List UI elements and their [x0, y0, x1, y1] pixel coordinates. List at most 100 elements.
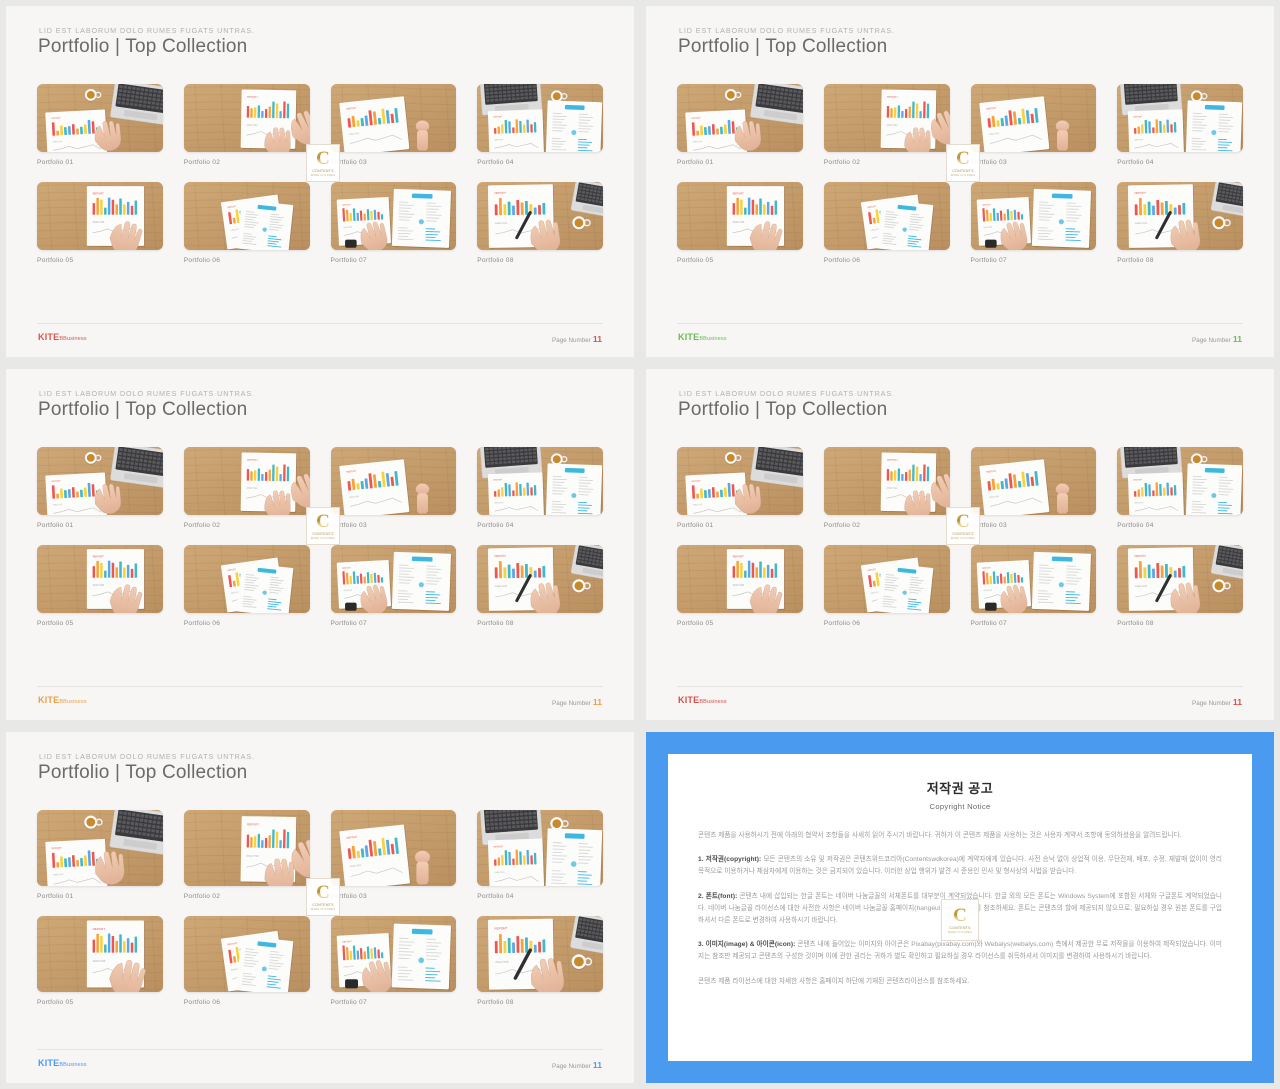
- photo-desk-laptop-coffee-chart[interactable]: REPORT ANALYSIS: [37, 447, 163, 515]
- thumbnail-item[interactable]: REPORT ANALYSIS Portfolio 04: [477, 447, 603, 529]
- slide-3[interactable]: LID EST LABORUM DOLO RUMES FUGATS UNTRAS…: [6, 369, 634, 720]
- photo-watch-hand-two-reports[interactable]: REPORT ANALYSIS: [330, 916, 457, 992]
- thumbnail-item[interactable]: REPORT ANALYSIS Portfolio 02: [823, 84, 950, 166]
- thumbnail-item[interactable]: REPORT ANALYSIS Portfolio 07: [330, 916, 457, 1006]
- slide-1[interactable]: LID EST LABORUM DOLO RUMES FUGATS UNTRAS…: [6, 6, 634, 357]
- svg-text:ANALYSIS: ANALYSIS: [1135, 585, 1147, 588]
- thumbnail-item[interactable]: REPORT ANALYSIS Portfolio 01: [37, 84, 163, 166]
- photo-fist-beside-chart-sheet[interactable]: REPORT ANALYSIS: [330, 84, 457, 152]
- thumbnail-item[interactable]: REPORT ANALYSIS Portfolio 06: [823, 182, 950, 264]
- copyright-paragraph: 3. 이미지(image) & 아이콘(icon): 콘텐츠 내에 들어있는 이…: [698, 939, 1222, 963]
- photo-desk-laptop-coffee-chart[interactable]: REPORT ANALYSIS: [37, 84, 163, 152]
- photo-laptop-coffee-two-reports[interactable]: REPORT ANALYSIS: [477, 84, 603, 152]
- thumbnail-item[interactable]: REPORT ANALYSIS Portfolio 06: [823, 545, 950, 627]
- thumbnail-item[interactable]: REPORT ANALYSIS Portfolio 06: [183, 916, 310, 1006]
- thumbnail-label: Portfolio 04: [477, 159, 514, 166]
- photo-laptop-coffee-two-reports[interactable]: REPORT ANALYSIS: [1117, 447, 1243, 515]
- thumbnail-item[interactable]: REPORT ANALYSIS Portfolio 04: [477, 810, 603, 900]
- thumbnail-item[interactable]: REPORT ANALYSIS Portfolio 03: [330, 84, 457, 166]
- footer-divider: [677, 686, 1243, 687]
- thumbnail-label: Portfolio 04: [1117, 159, 1154, 166]
- thumbnail-item[interactable]: REPORT ANALYSIS Portfolio 07: [970, 182, 1097, 264]
- thumbnail-item[interactable]: REPORT ANALYSIS Portfolio 04: [1117, 447, 1243, 529]
- photo-finger-pointing-chart[interactable]: REPORT ANALYSIS: [677, 182, 803, 250]
- thumbnail-item[interactable]: REPORT ANALYSIS Portfolio 06: [183, 182, 310, 264]
- photo-fist-beside-chart-sheet[interactable]: REPORT ANALYSIS: [970, 447, 1097, 515]
- thumbnail-item[interactable]: REPORT ANALYSIS Portfolio 08: [1117, 545, 1243, 627]
- thumbnail-item[interactable]: REPORT ANALYSIS Portfolio 05: [677, 545, 803, 627]
- thumbnail-item[interactable]: REPORT ANALYSIS Portfolio 03: [330, 810, 457, 900]
- thumbnail-item[interactable]: REPORT ANALYSIS Portfolio 04: [1117, 84, 1243, 166]
- thumbnail-item[interactable]: REPORT ANALYSIS Portfolio 01: [677, 84, 803, 166]
- photo-two-stacked-reports[interactable]: REPORT ANALYSIS: [823, 545, 950, 613]
- thumbnail-item[interactable]: REPORT ANALYSIS Portfolio 01: [37, 810, 163, 900]
- photo-watch-hand-two-reports[interactable]: REPORT ANALYSIS: [970, 182, 1097, 250]
- photo-hands-holding-chart-sheet[interactable]: REPORT ANALYSIS: [823, 447, 950, 515]
- slide-5[interactable]: LID EST LABORUM DOLO RUMES FUGATS UNTRAS…: [6, 732, 634, 1083]
- thumbnail-item[interactable]: REPORT ANALYSIS Portfolio 07: [330, 545, 457, 627]
- svg-text:ANALYSIS: ANALYSIS: [886, 124, 898, 127]
- photo-desk-laptop-coffee-chart[interactable]: REPORT ANALYSIS: [677, 447, 803, 515]
- photo-pen-marking-chart-coffee[interactable]: REPORT ANALYSIS: [1117, 182, 1243, 250]
- photo-pen-marking-chart-coffee[interactable]: REPORT ANALYSIS: [477, 545, 603, 613]
- photo-hands-holding-chart-sheet[interactable]: REPORT ANALYSIS: [183, 447, 310, 515]
- photo-hands-holding-chart-sheet[interactable]: REPORT ANALYSIS: [823, 84, 950, 152]
- thumbnail-item[interactable]: REPORT ANALYSIS Portfolio 04: [477, 84, 603, 166]
- photo-fist-beside-chart-sheet[interactable]: REPORT ANALYSIS: [970, 84, 1097, 152]
- thumbnail-item[interactable]: REPORT ANALYSIS Portfolio 05: [677, 182, 803, 264]
- photo-watch-hand-two-reports[interactable]: REPORT ANALYSIS: [330, 545, 457, 613]
- photo-laptop-coffee-two-reports[interactable]: REPORT ANALYSIS: [477, 810, 603, 886]
- thumbnail-item[interactable]: REPORT ANALYSIS Portfolio 01: [677, 447, 803, 529]
- photo-two-stacked-reports[interactable]: REPORT ANALYSIS: [823, 182, 950, 250]
- slide-2[interactable]: LID EST LABORUM DOLO RUMES FUGATS UNTRAS…: [646, 6, 1274, 357]
- thumbnail-item[interactable]: REPORT ANALYSIS Portfolio 08: [1117, 182, 1243, 264]
- thumbnail-item[interactable]: REPORT ANALYSIS Portfolio 01: [37, 447, 163, 529]
- watermark-line2: MADE IN KOREA: [950, 537, 976, 540]
- thumbnail-label: Portfolio 05: [37, 620, 74, 627]
- photo-pen-marking-chart-coffee[interactable]: REPORT ANALYSIS: [477, 916, 603, 992]
- photo-laptop-coffee-two-reports[interactable]: REPORT ANALYSIS: [1117, 84, 1243, 152]
- photo-fist-beside-chart-sheet[interactable]: REPORT ANALYSIS: [330, 447, 457, 515]
- thumbnail-item[interactable]: REPORT ANALYSIS Portfolio 03: [970, 84, 1097, 166]
- photo-fist-beside-chart-sheet[interactable]: REPORT ANALYSIS: [330, 810, 457, 886]
- page-number-label: Page Number: [552, 700, 591, 707]
- photo-finger-pointing-chart[interactable]: REPORT ANALYSIS: [677, 545, 803, 613]
- photo-hands-holding-chart-sheet[interactable]: REPORT ANALYSIS: [183, 84, 310, 152]
- photo-two-stacked-reports[interactable]: REPORT ANALYSIS: [183, 545, 310, 613]
- photo-laptop-coffee-two-reports[interactable]: REPORT ANALYSIS: [477, 447, 603, 515]
- thumbnail-item[interactable]: REPORT ANALYSIS Portfolio 05: [37, 545, 163, 627]
- thumbnail-item[interactable]: REPORT ANALYSIS Portfolio 05: [37, 916, 163, 1006]
- thumbnail-item[interactable]: REPORT ANALYSIS Portfolio 06: [183, 545, 310, 627]
- thumbnail-item[interactable]: REPORT ANALYSIS Portfolio 02: [183, 810, 310, 900]
- thumbnail-item[interactable]: REPORT ANALYSIS Portfolio 02: [823, 447, 950, 529]
- photo-finger-pointing-chart[interactable]: REPORT ANALYSIS: [37, 545, 163, 613]
- photo-two-stacked-reports[interactable]: REPORT ANALYSIS: [183, 916, 310, 992]
- thumbnail-item[interactable]: REPORT ANALYSIS Portfolio 02: [183, 84, 310, 166]
- svg-text:ANALYSIS: ANALYSIS: [733, 584, 745, 587]
- thumbnail-item[interactable]: REPORT ANALYSIS Portfolio 03: [970, 447, 1097, 529]
- photo-desk-laptop-coffee-chart[interactable]: REPORT ANALYSIS: [677, 84, 803, 152]
- photo-finger-pointing-chart[interactable]: REPORT ANALYSIS: [37, 182, 163, 250]
- thumbnail-item[interactable]: REPORT ANALYSIS Portfolio 03: [330, 447, 457, 529]
- thumbnail-item[interactable]: REPORT ANALYSIS Portfolio 08: [477, 916, 603, 1006]
- photo-watch-hand-two-reports[interactable]: REPORT ANALYSIS: [970, 545, 1097, 613]
- thumbnail-label: Portfolio 06: [183, 999, 221, 1006]
- photo-desk-laptop-coffee-chart[interactable]: REPORT ANALYSIS: [37, 810, 163, 886]
- thumbnail-item[interactable]: REPORT ANALYSIS Portfolio 07: [330, 182, 457, 264]
- slide-eyebrow: LID EST LABORUM DOLO RUMES FUGATS UNTRAS…: [39, 389, 255, 398]
- photo-watch-hand-two-reports[interactable]: REPORT ANALYSIS: [330, 182, 457, 250]
- slide-4[interactable]: LID EST LABORUM DOLO RUMES FUGATS UNTRAS…: [646, 369, 1274, 720]
- thumbnail-item[interactable]: REPORT ANALYSIS Portfolio 08: [477, 545, 603, 627]
- svg-text:ANALYSIS: ANALYSIS: [495, 222, 507, 225]
- photo-pen-marking-chart-coffee[interactable]: REPORT ANALYSIS: [477, 182, 603, 250]
- photo-pen-marking-chart-coffee[interactable]: REPORT ANALYSIS: [1117, 545, 1243, 613]
- photo-two-stacked-reports[interactable]: REPORT ANALYSIS: [183, 182, 310, 250]
- thumbnail-item[interactable]: REPORT ANALYSIS Portfolio 07: [970, 545, 1097, 627]
- thumbnail-item[interactable]: REPORT ANALYSIS Portfolio 05: [37, 182, 163, 264]
- thumbnail-label: Portfolio 06: [823, 257, 861, 264]
- thumbnail-item[interactable]: REPORT ANALYSIS Portfolio 02: [183, 447, 310, 529]
- thumbnail-item[interactable]: REPORT ANALYSIS Portfolio 08: [477, 182, 603, 264]
- svg-text:ANALYSIS: ANALYSIS: [983, 589, 993, 592]
- photo-finger-pointing-chart[interactable]: REPORT ANALYSIS: [37, 916, 163, 992]
- photo-hands-holding-chart-sheet[interactable]: REPORT ANALYSIS: [183, 810, 310, 886]
